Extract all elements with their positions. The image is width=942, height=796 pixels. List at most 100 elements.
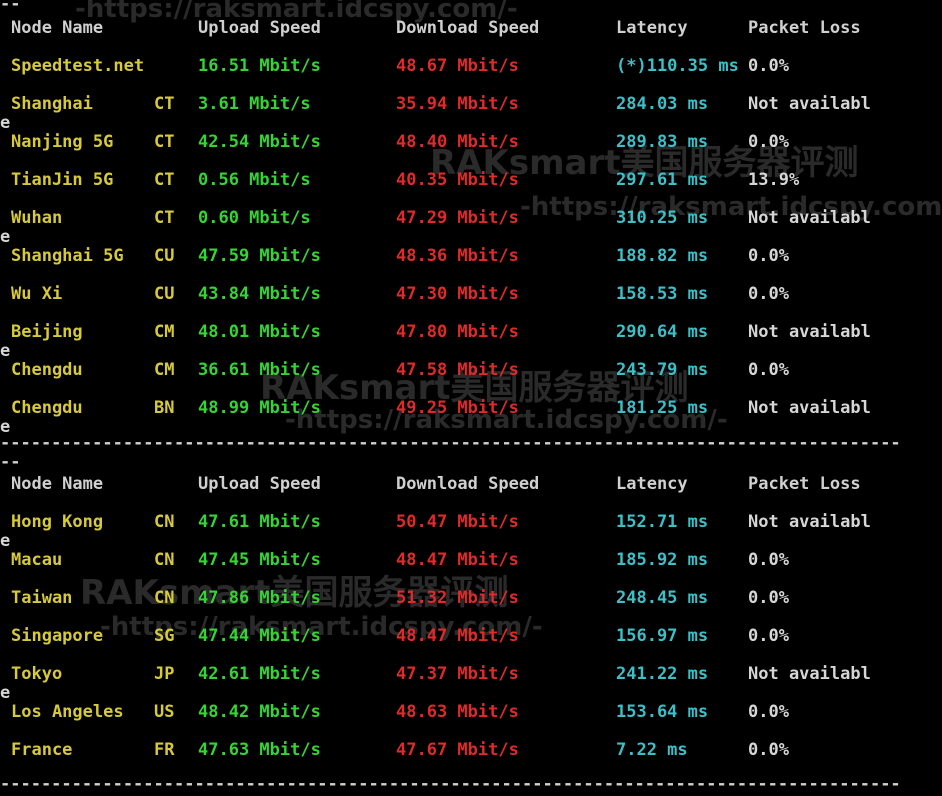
latency-value: 158.53 ms: [616, 284, 709, 304]
latency-value: 284.03 ms: [616, 94, 709, 114]
header-packet-loss: Packet Loss: [748, 474, 861, 494]
latency-value: 181.25 ms: [616, 398, 709, 418]
packet-loss-value: 0.0%: [748, 626, 789, 646]
packet-loss-value: Not availabl: [748, 322, 871, 342]
isp-code: CT: [154, 208, 175, 228]
header-upload: Upload Speed: [198, 474, 321, 494]
packet-loss-value: 0.0%: [748, 588, 789, 608]
latency-value: 152.71 ms: [616, 512, 709, 532]
upload-speed: 42.54 Mbit/s: [198, 132, 321, 152]
upload-speed: 48.42 Mbit/s: [198, 702, 321, 722]
upload-speed: 48.01 Mbit/s: [198, 322, 321, 342]
separator-wrap: --: [0, 452, 21, 472]
packet-loss-value: 0.0%: [748, 132, 789, 152]
download-speed: 47.67 Mbit/s: [396, 740, 519, 760]
packet-loss-value: 0.0%: [748, 702, 789, 722]
download-speed: 48.63 Mbit/s: [396, 702, 519, 722]
latency-value: 243.79 ms: [616, 360, 709, 380]
download-speed: 48.40 Mbit/s: [396, 132, 519, 152]
upload-speed: 16.51 Mbit/s: [198, 56, 321, 76]
header-latency: Latency: [616, 18, 688, 38]
isp-code: US: [154, 702, 175, 722]
isp-code: CM: [154, 360, 175, 380]
latency-value: 290.64 ms: [616, 322, 709, 342]
packet-loss-value: Not availabl: [748, 208, 871, 228]
node-name: Taiwan: [11, 588, 73, 608]
node-name: Shanghai 5G: [11, 246, 124, 266]
separator-line: ----------------------------------------…: [0, 433, 901, 453]
isp-code: SG: [154, 626, 175, 646]
latency-value: 310.25 ms: [616, 208, 709, 228]
node-name: Hong Kong: [11, 512, 104, 532]
node-name: Macau: [11, 550, 63, 570]
upload-speed: 47.45 Mbit/s: [198, 550, 321, 570]
wrapped-char: e: [0, 227, 11, 247]
download-speed: 48.47 Mbit/s: [396, 550, 519, 570]
node-name: Wuhan: [11, 208, 63, 228]
download-speed: 48.36 Mbit/s: [396, 246, 519, 266]
download-speed: 48.67 Mbit/s: [396, 56, 519, 76]
download-speed: 51.32 Mbit/s: [396, 588, 519, 608]
latency-value: 297.61 ms: [616, 170, 709, 190]
isp-code: CN: [154, 588, 175, 608]
packet-loss-value: 0.0%: [748, 246, 789, 266]
node-name: Tokyo: [11, 664, 63, 684]
isp-code: JP: [154, 664, 175, 684]
upload-speed: 43.84 Mbit/s: [198, 284, 321, 304]
node-name: Chengdu: [11, 398, 83, 418]
latency-value: 156.97 ms: [616, 626, 709, 646]
packet-loss-value: 13.9%: [748, 170, 800, 190]
packet-loss-value: Not availabl: [748, 512, 871, 532]
upload-speed: 3.61 Mbit/s: [198, 94, 311, 114]
upload-speed: 0.60 Mbit/s: [198, 208, 311, 228]
packet-loss-value: Not availabl: [748, 94, 871, 114]
download-speed: 49.25 Mbit/s: [396, 398, 519, 418]
node-name: France: [11, 740, 73, 760]
upload-speed: 48.99 Mbit/s: [198, 398, 321, 418]
download-speed: 50.47 Mbit/s: [396, 512, 519, 532]
separator-wrap: --: [0, 0, 21, 14]
node-name: Wu Xi: [11, 284, 63, 304]
upload-speed: 42.61 Mbit/s: [198, 664, 321, 684]
packet-loss-value: 0.0%: [748, 56, 789, 76]
download-speed: 48.47 Mbit/s: [396, 626, 519, 646]
header-upload: Upload Speed: [198, 18, 321, 38]
header-packet-loss: Packet Loss: [748, 18, 861, 38]
header-download: Download Speed: [396, 18, 540, 38]
node-name: Chengdu: [11, 360, 83, 380]
isp-code: BN: [154, 398, 175, 418]
node-name: Shanghai: [11, 94, 93, 114]
latency-value: 289.83 ms: [616, 132, 709, 152]
separator-line: ----------------------------------------…: [0, 774, 901, 794]
isp-code: CT: [154, 132, 175, 152]
wrapped-char: e: [0, 531, 11, 551]
download-speed: 47.37 Mbit/s: [396, 664, 519, 684]
download-speed: 47.80 Mbit/s: [396, 322, 519, 342]
isp-code: CU: [154, 246, 175, 266]
upload-speed: 47.63 Mbit/s: [198, 740, 321, 760]
packet-loss-value: Not availabl: [748, 664, 871, 684]
header-node-name: Node Name: [11, 474, 104, 494]
download-speed: 35.94 Mbit/s: [396, 94, 519, 114]
header-latency: Latency: [616, 474, 688, 494]
packet-loss-value: 0.0%: [748, 360, 789, 380]
latency-value: 248.45 ms: [616, 588, 709, 608]
latency-value: 241.22 ms: [616, 664, 709, 684]
node-name: Los Angeles: [11, 702, 124, 722]
packet-loss-value: Not availabl: [748, 398, 871, 418]
node-name: Speedtest.net: [11, 56, 145, 76]
isp-code: CN: [154, 512, 175, 532]
latency-value: 7.22 ms: [616, 740, 688, 760]
latency-value: 188.82 ms: [616, 246, 709, 266]
isp-code: FR: [154, 740, 175, 760]
upload-speed: 47.86 Mbit/s: [198, 588, 321, 608]
terminal-window[interactable]: -https://raksmart.idcspy.com/- RAKsmart美…: [0, 0, 942, 796]
download-speed: 47.30 Mbit/s: [396, 284, 519, 304]
upload-speed: 47.44 Mbit/s: [198, 626, 321, 646]
latency-value: 153.64 ms: [616, 702, 709, 722]
isp-code: CM: [154, 322, 175, 342]
node-name: Singapore: [11, 626, 104, 646]
download-speed: 40.35 Mbit/s: [396, 170, 519, 190]
isp-code: CT: [154, 170, 175, 190]
latency-value: 185.92 ms: [616, 550, 709, 570]
